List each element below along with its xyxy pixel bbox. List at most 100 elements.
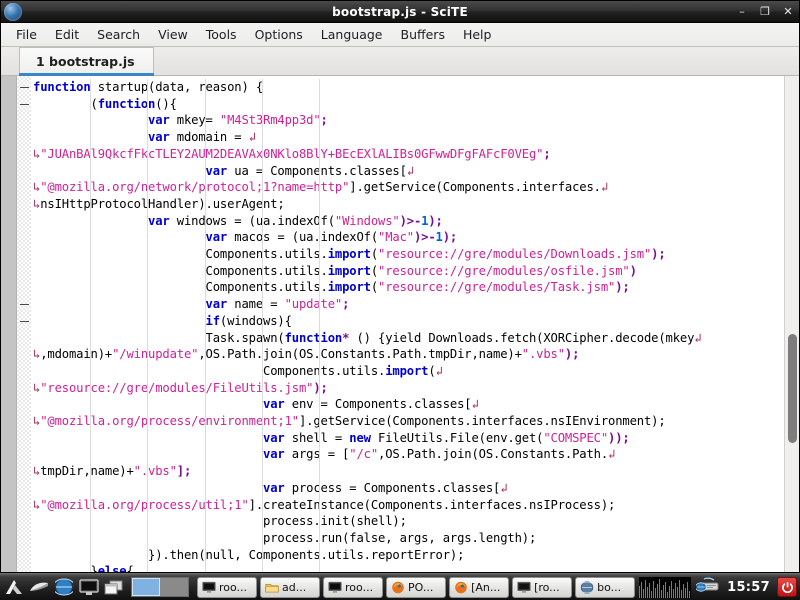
code-token: ); [651, 247, 665, 261]
code-token: ( [371, 247, 378, 261]
code-token: nsIHttpProtocolHandler).userAgent; [40, 197, 284, 211]
task-item[interactable]: [ro... [512, 577, 572, 598]
code-token: import [328, 247, 371, 261]
source-code[interactable]: function startup(data, reason) { (functi… [31, 76, 799, 572]
menu-language[interactable]: Language [312, 24, 392, 45]
launcher-area [0, 574, 193, 600]
menu-buffers[interactable]: Buffers [392, 24, 454, 45]
indent-guide [319, 79, 320, 572]
fold-toggle[interactable] [20, 304, 29, 305]
code-token: "@mozilla.org/network/protocol;1?name=ht… [40, 180, 349, 194]
fold-toggle[interactable] [20, 104, 29, 105]
firefox-icon [454, 581, 468, 594]
code-token: )); [608, 431, 630, 445]
menu-search[interactable]: Search [88, 24, 149, 45]
selection-margin[interactable] [1, 76, 17, 572]
scite-app-icon [580, 581, 594, 594]
scrollbar-thumb[interactable] [788, 334, 797, 443]
code-token: "JUAnBAl9QkcfFkcTLEY2AUM2DEAVAx0NKlo8BlY… [40, 147, 543, 161]
firefox-icon [391, 581, 405, 594]
code-token: var [148, 113, 170, 127]
terminal-icon[interactable] [27, 575, 51, 599]
code-token: ↲ [608, 447, 615, 461]
minimize-button[interactable]: – [736, 6, 748, 17]
code-token: ].getService(Components.interfaces.nsIEn… [299, 414, 666, 428]
code-token: ; [321, 113, 328, 127]
task-item[interactable]: roo... [323, 577, 383, 598]
code-token: ( [33, 97, 98, 111]
code-token: import [385, 364, 428, 378]
menu-help[interactable]: Help [454, 24, 501, 45]
awesome-wm-icon[interactable] [2, 575, 26, 599]
tab-label: 1 bootstrap.js [36, 54, 135, 69]
code-token: var [263, 447, 285, 461]
cpu-load-graph [639, 577, 691, 598]
clock[interactable]: 15:57 [725, 580, 772, 595]
fold-margin[interactable] [17, 76, 31, 572]
code-token: startup(data, reason) { [91, 80, 264, 94]
menu-tools[interactable]: Tools [197, 24, 246, 45]
desktop-1[interactable] [132, 578, 160, 596]
code-token: Task.spawn( [33, 331, 285, 345]
code-view[interactable]: function startup(data, reason) { (functi… [31, 76, 799, 572]
code-token: ( [371, 264, 378, 278]
task-list: roo... ad... roo... PO... [193, 577, 639, 598]
menu-file[interactable]: File [7, 24, 46, 45]
maximize-button[interactable]: ❐ [759, 6, 771, 17]
task-item[interactable]: ad... [260, 577, 320, 598]
code-token: "update" [285, 297, 343, 311]
task-label: [ro... [534, 581, 560, 594]
code-token: var [263, 397, 285, 411]
task-item[interactable]: PO... [386, 577, 446, 598]
menu-options[interactable]: Options [246, 24, 312, 45]
browser-globe-icon[interactable] [52, 575, 76, 599]
code-token: Components.utils. [33, 264, 328, 278]
code-token: ".vbs" [522, 347, 565, 361]
code-token: var [148, 130, 170, 144]
code-token: 1 [436, 230, 443, 244]
code-token: ); [615, 280, 629, 294]
display-icon[interactable] [77, 575, 101, 599]
code-token: (){ [155, 97, 177, 111]
code-token: ); [565, 347, 579, 361]
task-item[interactable]: bo... [575, 577, 635, 598]
code-token [33, 164, 206, 178]
code-token: mkey= [170, 113, 220, 127]
menu-view[interactable]: View [149, 24, 197, 45]
desktop-pager[interactable] [131, 577, 189, 597]
task-item[interactable]: roo... [197, 577, 257, 598]
code-token: import [328, 264, 371, 278]
code-token: var [206, 297, 228, 311]
code-token: ,mdomain)+ [40, 347, 112, 361]
window-title: bootstrap.js - SciTE [1, 5, 799, 19]
code-token: env = Components.classes[ [285, 397, 472, 411]
code-token: "@mozilla.org/process/environment;1" [40, 414, 299, 428]
menu-edit[interactable]: Edit [46, 24, 88, 45]
close-button[interactable]: ✕ [782, 6, 794, 17]
code-token: if [206, 314, 220, 328]
code-token: ".vbs" [134, 464, 177, 478]
indent-guide [90, 79, 91, 572]
task-item[interactable]: [An... [449, 577, 509, 598]
code-token: else [98, 564, 127, 572]
code-token: shell = [285, 431, 350, 445]
windows-stack-icon[interactable] [102, 575, 126, 599]
code-token: windows = (ua.indexOf( [170, 214, 335, 228]
window-controls: – ❐ ✕ [736, 6, 794, 17]
code-token: ( [428, 364, 435, 378]
fold-toggle[interactable] [20, 321, 29, 322]
tab-bootstrap-js[interactable]: 1 bootstrap.js [19, 47, 154, 75]
fold-toggle[interactable] [20, 87, 29, 88]
power-button-icon[interactable] [777, 577, 797, 597]
vertical-scrollbar[interactable] [784, 76, 799, 572]
menu-bar: File Edit Search View Tools Options Lang… [1, 23, 799, 47]
code-token: "Windows" [335, 214, 400, 228]
network-keyboard-icon[interactable] [696, 576, 720, 598]
code-token: ,OS.Path.join(OS.Constants.Path.tmpDir,n… [198, 347, 521, 361]
code-token: "/winupdate" [112, 347, 198, 361]
desktop-2[interactable] [160, 578, 188, 596]
code-token: "resource://gre/modules/Task.jsm" [378, 280, 615, 294]
code-token: ,OS.Path.join(OS.Constants.Path. [378, 447, 608, 461]
code-token: ) [630, 264, 637, 278]
code-token: ↲ [436, 364, 443, 378]
